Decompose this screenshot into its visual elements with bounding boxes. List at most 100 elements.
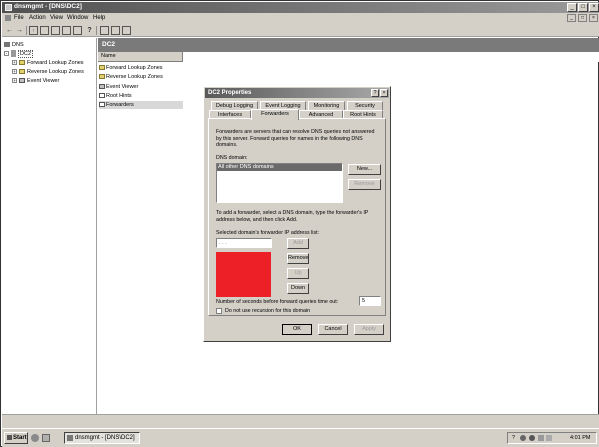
tree-item-label: Forward Lookup Zones bbox=[27, 60, 84, 66]
expand-icon[interactable]: + bbox=[12, 69, 17, 75]
status-bar bbox=[2, 414, 599, 428]
mdi-restore-button[interactable]: □ bbox=[578, 14, 587, 22]
server-icon[interactable] bbox=[100, 26, 109, 35]
dialog-title-bar[interactable]: DC2 Properties ? × bbox=[205, 88, 389, 98]
redacted-ip-list bbox=[216, 252, 271, 297]
list-item[interactable]: Root Hints bbox=[99, 92, 132, 100]
refresh-icon[interactable] bbox=[62, 26, 71, 35]
cancel-button[interactable]: Cancel bbox=[318, 324, 348, 335]
system-tray: ? 4:01 PM bbox=[507, 432, 597, 444]
column-header-name[interactable]: Name bbox=[98, 52, 183, 62]
console-tree-icon[interactable] bbox=[40, 26, 49, 35]
dns-domain-list[interactable]: All other DNS domains bbox=[216, 163, 343, 203]
list-item-label: Event Viewer bbox=[106, 84, 139, 90]
list-item[interactable]: Reverse Lookup Zones bbox=[99, 73, 163, 81]
list-item[interactable]: Forward Lookup Zones bbox=[99, 64, 163, 72]
close-button[interactable]: × bbox=[589, 3, 599, 12]
folder-icon bbox=[99, 74, 105, 80]
up-icon[interactable]: ↑ bbox=[29, 26, 38, 35]
remove-ip-button[interactable]: Remove bbox=[287, 253, 309, 264]
expand-icon[interactable]: + bbox=[12, 78, 17, 84]
dns-domain-label: DNS domain: bbox=[216, 155, 248, 161]
timeout-label: Number of seconds before forward queries… bbox=[216, 299, 339, 305]
tree-item-reverse-zones[interactable]: + Reverse Lookup Zones bbox=[12, 68, 84, 76]
new-button[interactable]: New... bbox=[348, 164, 381, 175]
menu-view[interactable]: View bbox=[50, 15, 63, 21]
up-button[interactable]: Up bbox=[287, 268, 309, 279]
taskbar: Start dnsmgmt - [DNS\DC2] ? 4:01 PM bbox=[2, 428, 599, 447]
down-button[interactable]: Down bbox=[287, 283, 309, 294]
menu-file[interactable]: File bbox=[14, 15, 24, 21]
event-viewer-icon bbox=[19, 78, 25, 84]
tab-forwarders[interactable]: Forwarders bbox=[251, 109, 299, 120]
windows-logo-icon bbox=[7, 434, 12, 440]
properties-dialog: DC2 Properties ? × Debug Logging Event L… bbox=[203, 86, 391, 342]
tree-item-forward-zones[interactable]: + Forward Lookup Zones bbox=[12, 59, 84, 67]
tree-item-dns[interactable]: DNS bbox=[4, 41, 24, 49]
list-icon[interactable] bbox=[111, 26, 120, 35]
add-button[interactable]: Add bbox=[287, 238, 309, 249]
list-item-label: Root Hints bbox=[106, 93, 132, 99]
console-tree: DNS - DC2 + Forward Lookup Zones + Reverse … bbox=[2, 38, 97, 414]
ip-address-input[interactable]: . . . bbox=[216, 238, 272, 248]
ok-button[interactable]: OK bbox=[282, 324, 312, 335]
folder-icon bbox=[99, 65, 105, 71]
ie-icon[interactable] bbox=[31, 434, 39, 442]
help-icon[interactable]: ? bbox=[85, 26, 94, 35]
start-button[interactable]: Start bbox=[4, 432, 28, 444]
network-icon[interactable] bbox=[520, 435, 526, 441]
export-icon[interactable] bbox=[73, 26, 82, 35]
taskbar-item-dnsmgmt[interactable]: dnsmgmt - [DNS\DC2] bbox=[64, 432, 140, 444]
remove-domain-button[interactable]: Remove bbox=[348, 179, 381, 190]
details-title: DC2 bbox=[102, 41, 116, 48]
forwarders-description: Forwarders are servers that can resolve … bbox=[216, 129, 375, 148]
details-header: DC2 bbox=[98, 38, 599, 52]
folder-icon bbox=[19, 60, 25, 66]
window-title: dnsmgmt - [DNS\DC2] bbox=[14, 3, 82, 10]
start-label: Start bbox=[13, 435, 27, 441]
menu-window[interactable]: Window bbox=[67, 15, 88, 21]
dns-domain-item[interactable]: All other DNS domains bbox=[217, 164, 342, 171]
menu-help[interactable]: Help bbox=[93, 15, 105, 21]
dns-icon bbox=[4, 42, 10, 48]
dialog-close-button[interactable]: × bbox=[380, 89, 388, 97]
tree-item-label: Reverse Lookup Zones bbox=[27, 69, 84, 75]
list-item-label: Reverse Lookup Zones bbox=[106, 74, 163, 80]
minimize-button[interactable]: _ bbox=[567, 3, 577, 12]
list-item[interactable]: Event Viewer bbox=[99, 83, 138, 91]
mdi-minimize-button[interactable]: _ bbox=[567, 14, 576, 22]
list-item-label: Forwarders bbox=[106, 102, 134, 108]
properties-icon[interactable] bbox=[51, 26, 60, 35]
expand-icon[interactable]: + bbox=[12, 60, 17, 66]
tree-item-label: DC2 bbox=[18, 50, 34, 58]
tab-monitoring[interactable]: Monitoring bbox=[308, 101, 345, 110]
list-item[interactable]: Forwarders bbox=[99, 101, 183, 109]
tray-security-icon[interactable] bbox=[546, 435, 552, 441]
maximize-button[interactable]: □ bbox=[578, 3, 588, 12]
add-instruction: To add a forwarder, select a DNS domain,… bbox=[216, 210, 369, 223]
settings-icon[interactable] bbox=[122, 26, 131, 35]
mdi-close-button[interactable]: × bbox=[589, 14, 598, 22]
toolbar-separator bbox=[96, 26, 97, 35]
window-title-bar[interactable]: dnsmgmt - [DNS\DC2] _ □ × bbox=[2, 2, 599, 13]
menu-action[interactable]: Action bbox=[29, 15, 46, 21]
document-icon bbox=[99, 102, 105, 108]
apply-button[interactable]: Apply bbox=[354, 324, 384, 335]
event-viewer-icon bbox=[99, 84, 105, 90]
timeout-input[interactable]: 5 bbox=[359, 296, 381, 306]
tray-app-icon[interactable] bbox=[538, 435, 544, 441]
tree-item-event-viewer[interactable]: + Event Viewer bbox=[12, 77, 59, 85]
quicklaunch-icon[interactable] bbox=[42, 434, 50, 442]
tree-item-dc2[interactable]: - DC2 bbox=[4, 50, 34, 58]
volume-icon[interactable] bbox=[529, 435, 535, 441]
tab-security[interactable]: Security bbox=[347, 101, 383, 110]
collapse-icon[interactable]: - bbox=[4, 51, 9, 57]
recursion-checkbox[interactable] bbox=[216, 308, 222, 314]
ip-list-label: Selected domain's forwarder IP address l… bbox=[216, 230, 320, 236]
tray-help-icon[interactable]: ? bbox=[512, 433, 515, 443]
forward-icon[interactable]: → bbox=[15, 26, 24, 35]
clock: 4:01 PM bbox=[570, 435, 591, 441]
tree-item-label: DNS bbox=[12, 42, 24, 48]
back-icon[interactable]: ← bbox=[5, 26, 14, 35]
help-button[interactable]: ? bbox=[371, 89, 379, 97]
